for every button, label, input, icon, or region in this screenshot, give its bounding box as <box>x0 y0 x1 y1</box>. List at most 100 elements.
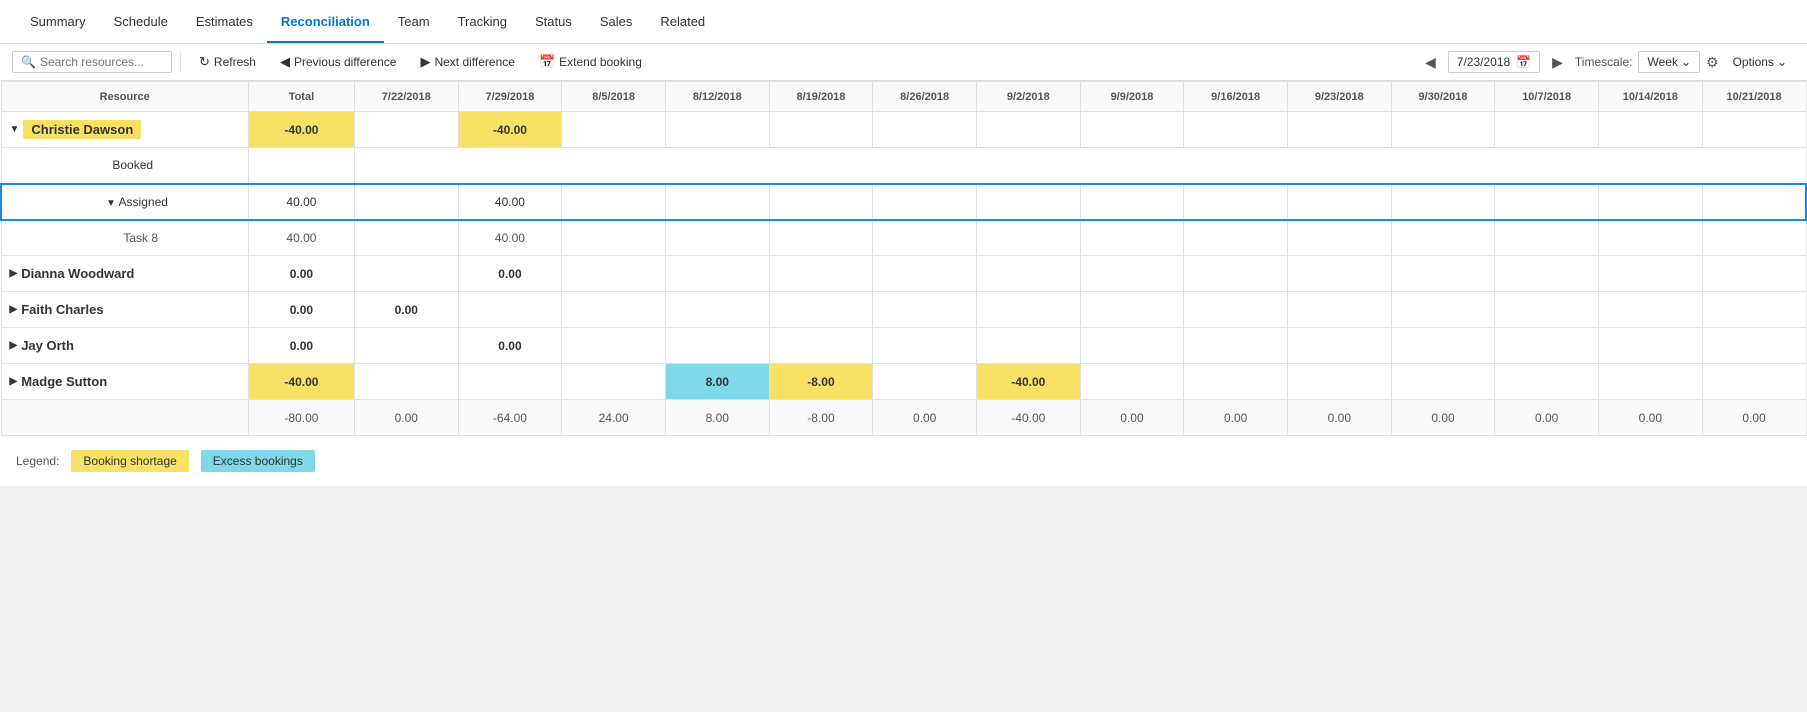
legend-shortage: Booking shortage <box>71 450 188 472</box>
date-cell-3 <box>665 112 769 148</box>
date-cell-6 <box>976 184 1080 220</box>
header-date-2: 8/5/2018 <box>562 82 666 112</box>
search-icon: 🔍 <box>21 55 36 69</box>
nav-summary[interactable]: Summary <box>16 2 100 43</box>
header-date-6: 9/2/2018 <box>976 82 1080 112</box>
options-button[interactable]: Options ⌄ <box>1725 52 1795 72</box>
date-cell-0 <box>354 184 458 220</box>
date-cell-5 <box>873 256 977 292</box>
resource-cell: ▶ Dianna Woodward <box>1 256 248 292</box>
date-cell-7 <box>1080 256 1184 292</box>
date-prev-button[interactable]: ◀ <box>1419 52 1442 73</box>
date-cell-6 <box>976 256 1080 292</box>
total-cell <box>248 148 354 184</box>
date-cell-8 <box>1184 112 1288 148</box>
prev-difference-button[interactable]: ◀ Previous difference <box>270 50 407 74</box>
date-cell-11 <box>1495 112 1599 148</box>
refresh-button[interactable]: ↻ Refresh <box>189 50 266 74</box>
resource-cell: ▶ Faith Charles <box>1 292 248 328</box>
date-cell-2 <box>562 292 666 328</box>
nav-status[interactable]: Status <box>521 2 586 43</box>
collapse-icon[interactable]: ▼ <box>106 198 116 209</box>
date-cell-7 <box>1080 112 1184 148</box>
date-cell-2 <box>562 220 666 256</box>
timescale-dropdown[interactable]: Week ⌄ <box>1638 51 1700 73</box>
resource-cell: ▼ Christie Dawson <box>1 112 248 148</box>
resource-name: ▼ Christie Dawson <box>2 120 248 139</box>
date-cell-10 <box>1391 256 1495 292</box>
resource-name-text: Faith Charles <box>21 302 103 317</box>
nav-schedule[interactable]: Schedule <box>100 2 182 43</box>
date-box[interactable]: 7/23/2018 📅 <box>1448 51 1540 73</box>
summary-0: 0.00 <box>354 400 458 436</box>
date-cell-13 <box>1702 328 1806 364</box>
header-date-5: 8/26/2018 <box>873 82 977 112</box>
summary-total: -80.00 <box>248 400 354 436</box>
date-cell-0 <box>354 220 458 256</box>
header-date-3: 8/12/2018 <box>665 82 769 112</box>
summary-1: -64.00 <box>458 400 562 436</box>
expand-icon[interactable]: ▶ <box>10 268 18 279</box>
date-cell-9 <box>1287 256 1391 292</box>
resource-name-text: Jay Orth <box>21 338 74 353</box>
date-cell-3 <box>665 184 769 220</box>
header-resource: Resource <box>1 82 248 112</box>
date-cell-11 <box>1495 364 1599 400</box>
assigned-label: ▼ Assigned <box>2 195 248 209</box>
date-cell-1 <box>458 364 562 400</box>
date-cell-12 <box>1599 256 1703 292</box>
resource-cell: ▼ Assigned <box>1 184 248 220</box>
summary-2: 24.00 <box>562 400 666 436</box>
prev-icon: ◀ <box>280 54 290 70</box>
date-cell-10 <box>1391 328 1495 364</box>
collapse-icon[interactable]: ▼ <box>10 124 20 135</box>
expand-icon[interactable]: ▶ <box>10 376 18 387</box>
resource-cell: ▶ Jay Orth <box>1 328 248 364</box>
nav-reconciliation[interactable]: Reconciliation <box>267 2 384 43</box>
total-cell: -40.00 <box>248 364 354 400</box>
date-cell-12 <box>1599 184 1703 220</box>
date-cell-13 <box>1702 364 1806 400</box>
header-date-11: 10/7/2018 <box>1495 82 1599 112</box>
expand-icon[interactable]: ▶ <box>10 304 18 315</box>
calendar-icon: 📅 <box>1516 55 1531 69</box>
date-cell-11 <box>1495 184 1599 220</box>
header-row: Resource Total 7/22/2018 7/29/2018 8/5/2… <box>1 82 1806 112</box>
nav-tracking[interactable]: Tracking <box>444 2 521 43</box>
nav-estimates[interactable]: Estimates <box>182 2 267 43</box>
nav-team[interactable]: Team <box>384 2 444 43</box>
booked-label: Booked <box>2 158 248 172</box>
extend-label: Extend booking <box>559 55 642 69</box>
table-row: Booked <box>1 148 1806 184</box>
date-cell-1 <box>458 292 562 328</box>
summary-13: 0.00 <box>1702 400 1806 436</box>
date-cell-1: 0.00 <box>458 328 562 364</box>
header-date-13: 10/21/2018 <box>1702 82 1806 112</box>
next-difference-button[interactable]: ▶ Next difference <box>410 50 525 74</box>
date-cell-5 <box>873 220 977 256</box>
date-value: 7/23/2018 <box>1457 55 1510 69</box>
date-cell-11 <box>1495 256 1599 292</box>
table-row: Task 8 40.00 40.00 <box>1 220 1806 256</box>
extend-booking-button[interactable]: 📅 Extend booking <box>529 50 652 74</box>
date-cell-12 <box>1599 220 1703 256</box>
search-input[interactable] <box>40 55 170 69</box>
date-cell-7 <box>1080 220 1184 256</box>
table-row: ▶ Jay Orth 0.00 0.00 <box>1 328 1806 364</box>
legend-excess: Excess bookings <box>201 450 315 472</box>
expand-icon[interactable]: ▶ <box>10 340 18 351</box>
nav-sales[interactable]: Sales <box>586 2 647 43</box>
date-cell-9 <box>1287 112 1391 148</box>
summary-4: -8.00 <box>769 400 873 436</box>
date-cell-6 <box>976 328 1080 364</box>
timescale-label: Timescale: <box>1575 55 1633 69</box>
search-box[interactable]: 🔍 <box>12 51 172 73</box>
nav-related[interactable]: Related <box>646 2 719 43</box>
date-cell-9 <box>1287 292 1391 328</box>
date-cell-8 <box>1184 256 1288 292</box>
date-cell-11 <box>1495 220 1599 256</box>
header-date-1: 7/29/2018 <box>458 82 562 112</box>
resource-name: ▶ Madge Sutton <box>2 374 248 389</box>
header-date-12: 10/14/2018 <box>1599 82 1703 112</box>
date-next-button[interactable]: ▶ <box>1546 52 1569 73</box>
